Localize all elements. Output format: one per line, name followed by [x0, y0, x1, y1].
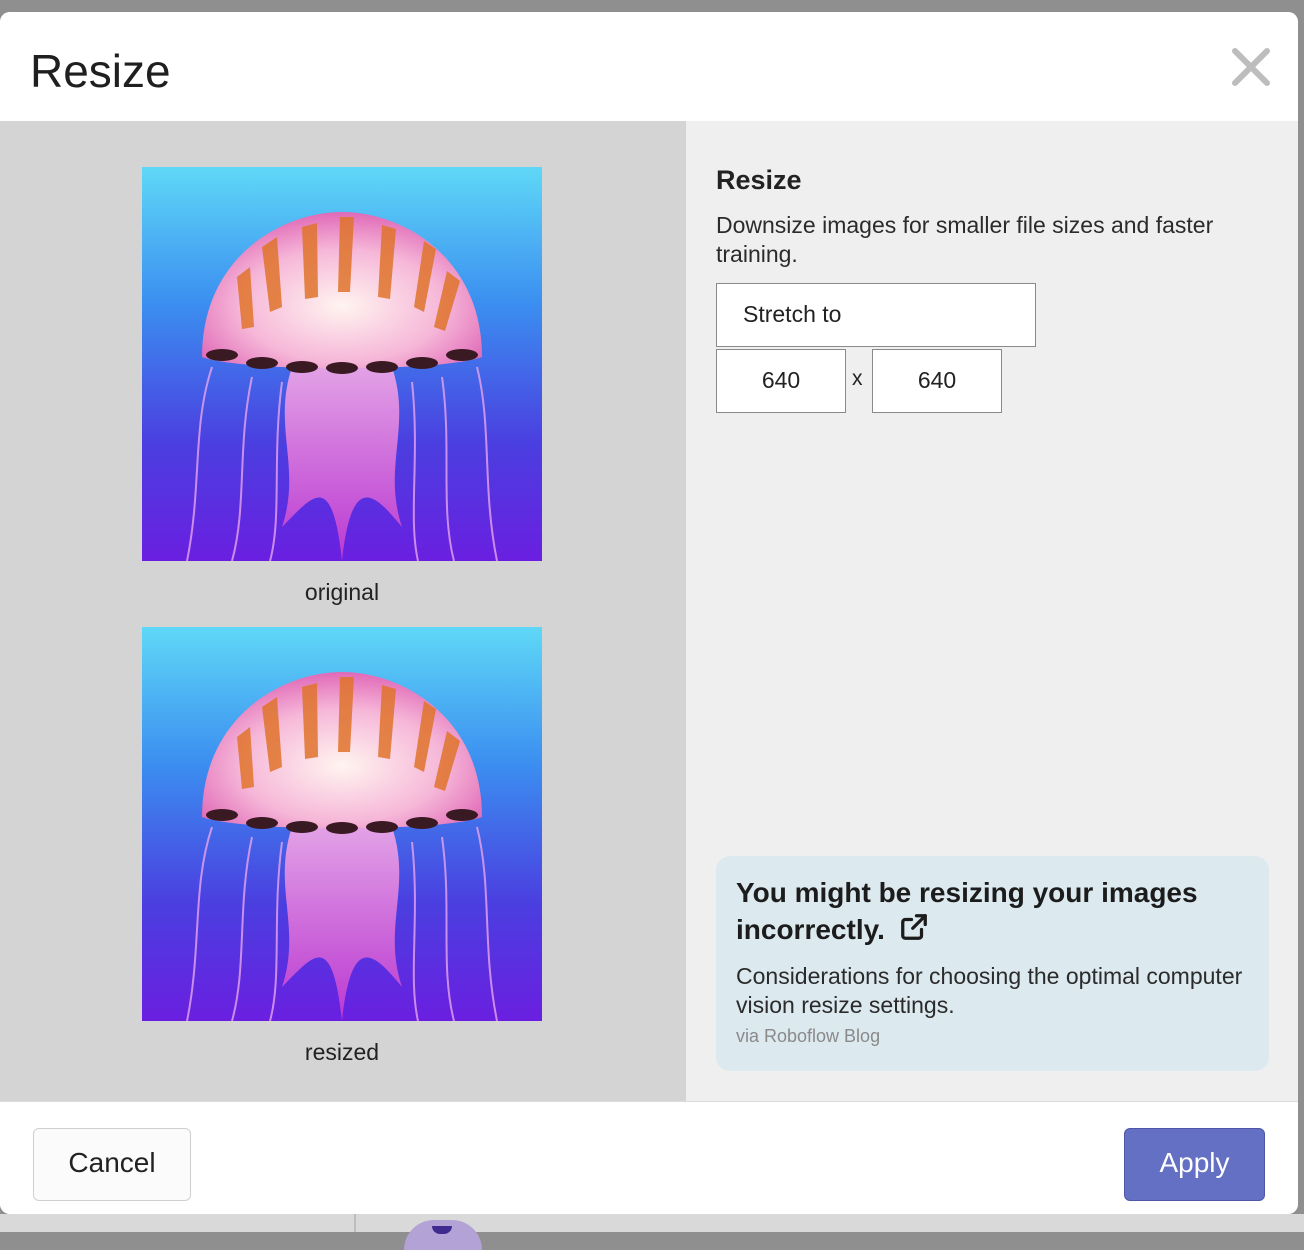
resize-tip-card[interactable]: You might be resizing your images incorr… — [716, 856, 1269, 1071]
settings-description: Downsize images for smaller file sizes a… — [716, 212, 1214, 267]
modal-footer: Cancel Apply — [0, 1101, 1298, 1214]
close-icon — [1232, 48, 1270, 86]
resize-modal: Resize original resized Resize Downsize … — [0, 12, 1298, 1214]
resize-mode-select[interactable]: Stretch to — [716, 283, 1036, 347]
preview-pane: original resized — [0, 121, 686, 1101]
backdrop-avatar — [404, 1220, 482, 1250]
backdrop-divider — [354, 1214, 356, 1232]
tip-title-text: You might be resizing your images incorr… — [736, 877, 1198, 945]
tip-text: Considerations for choosing the optimal … — [736, 963, 1243, 1018]
close-button[interactable] — [1228, 44, 1274, 90]
settings-pane: Resize Downsize images for smaller file … — [686, 121, 1298, 1101]
page-backdrop — [0, 1214, 1304, 1250]
settings-title: Resize — [716, 165, 802, 195]
resized-image — [142, 627, 542, 1021]
tip-title: You might be resizing your images incorr… — [736, 874, 1256, 948]
original-image — [142, 167, 542, 561]
modal-body: original resized Resize Downsize images … — [0, 121, 1298, 1101]
external-link-icon — [900, 914, 927, 940]
apply-button[interactable]: Apply — [1124, 1128, 1265, 1201]
height-input[interactable]: 640 — [872, 349, 1002, 413]
modal-title: Resize — [30, 45, 171, 97]
tip-source: via Roboflow Blog — [736, 1026, 881, 1046]
width-input[interactable]: 640 — [716, 349, 846, 413]
cancel-button[interactable]: Cancel — [33, 1128, 191, 1201]
modal-header: Resize — [0, 12, 1298, 121]
dimension-separator: x — [852, 367, 863, 390]
resized-caption: resized — [304, 1039, 380, 1065]
original-caption: original — [304, 579, 380, 605]
